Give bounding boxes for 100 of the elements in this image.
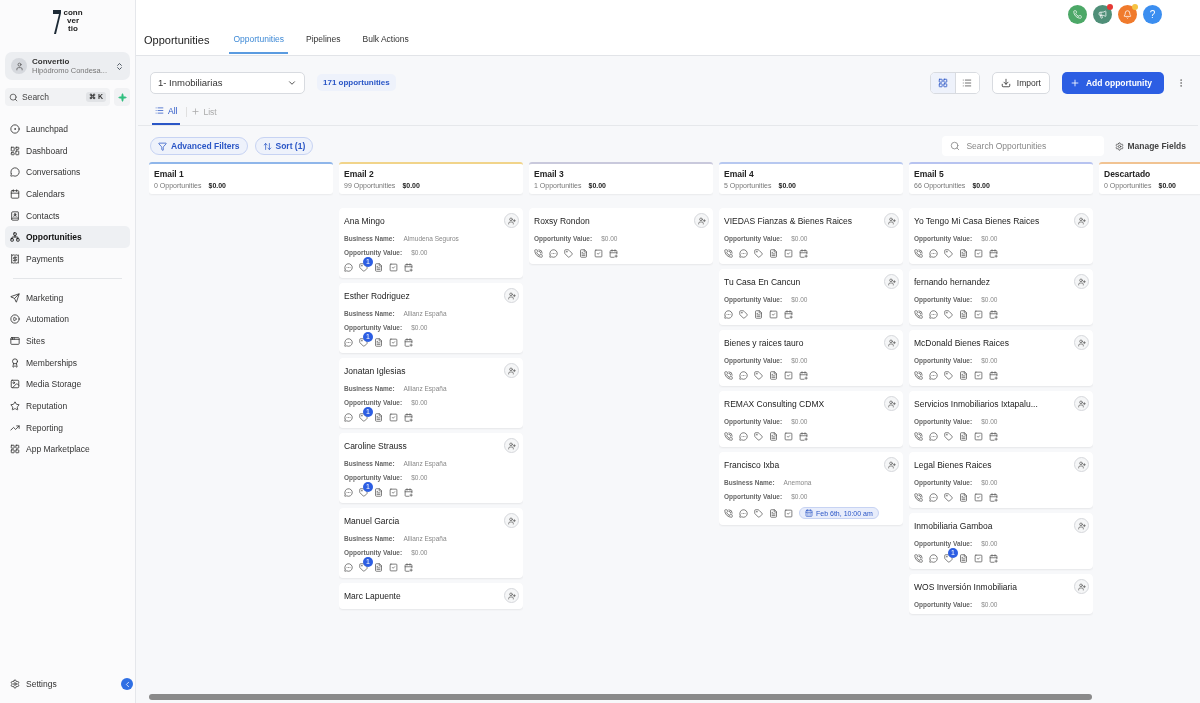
tab[interactable]: Opportunities: [229, 34, 288, 54]
note-icon[interactable]: [959, 432, 968, 441]
assign-button[interactable]: [504, 438, 519, 453]
phone-icon[interactable]: [724, 249, 733, 258]
calendar-plus-icon[interactable]: [989, 371, 998, 380]
nav-item[interactable]: Conversations: [5, 161, 130, 184]
opportunity-card[interactable]: Marc Lapuente: [339, 583, 523, 609]
nav-item[interactable]: Memberships: [5, 351, 130, 374]
tag-icon[interactable]: [739, 310, 748, 319]
chat-icon[interactable]: [344, 338, 353, 347]
nav-item[interactable]: Launchpad: [5, 118, 130, 140]
nav-item[interactable]: Sites: [5, 330, 130, 352]
note-icon[interactable]: [754, 310, 763, 319]
note-icon[interactable]: [769, 249, 778, 258]
chat-icon[interactable]: [929, 249, 938, 258]
calendar-plus-icon[interactable]: [799, 371, 808, 380]
bell-button[interactable]: [1118, 5, 1137, 24]
phone-icon[interactable]: [914, 310, 923, 319]
nav-item[interactable]: Reporting: [5, 416, 130, 439]
checkbox-icon[interactable]: [769, 310, 778, 319]
assign-button[interactable]: [1074, 396, 1089, 411]
calendar-plus-icon[interactable]: [404, 263, 413, 272]
note-icon[interactable]: [579, 249, 588, 258]
assign-button[interactable]: [884, 457, 899, 472]
checkbox-icon[interactable]: [784, 371, 793, 380]
nav-item[interactable]: App Marketplace: [5, 438, 130, 461]
assign-button[interactable]: [1074, 518, 1089, 533]
calendar-plus-icon[interactable]: [989, 310, 998, 319]
phone-icon[interactable]: [914, 371, 923, 380]
phone-icon[interactable]: [914, 493, 923, 502]
tab[interactable]: Bulk Actions: [358, 34, 413, 54]
chat-icon[interactable]: [929, 310, 938, 319]
checkbox-icon[interactable]: [389, 263, 398, 272]
assign-button[interactable]: [884, 335, 899, 350]
phone-icon[interactable]: [724, 508, 733, 518]
calendar-plus-icon[interactable]: [989, 432, 998, 441]
phone-icon[interactable]: [914, 432, 923, 441]
checkbox-icon[interactable]: [974, 249, 983, 258]
tag-icon[interactable]: [754, 508, 763, 518]
nav-item[interactable]: Payments: [5, 248, 130, 270]
chat-icon[interactable]: [929, 371, 938, 380]
assign-button[interactable]: [504, 363, 519, 378]
nav-item[interactable]: Reputation: [5, 395, 130, 417]
calendar-plus-icon[interactable]: [784, 310, 793, 319]
checkbox-icon[interactable]: [784, 249, 793, 258]
chat-icon[interactable]: [344, 488, 353, 497]
sparkle-button[interactable]: [114, 88, 130, 106]
phone-icon[interactable]: [724, 432, 733, 441]
phone-icon[interactable]: [914, 554, 923, 563]
collapse-button[interactable]: [121, 678, 133, 691]
megaphone-button[interactable]: [1093, 5, 1112, 24]
tag-icon[interactable]: [359, 563, 368, 572]
chat-icon[interactable]: [739, 249, 748, 258]
tag-icon[interactable]: [944, 554, 953, 563]
checkbox-icon[interactable]: [974, 493, 983, 502]
tag-icon[interactable]: [359, 263, 368, 272]
phone-button[interactable]: [1068, 5, 1087, 24]
tag-icon[interactable]: [359, 488, 368, 497]
calendar-plus-icon[interactable]: [404, 413, 413, 422]
advanced-filters-button[interactable]: Advanced Filters: [150, 137, 248, 155]
search-field[interactable]: Search Opportunities: [942, 136, 1105, 156]
chat-icon[interactable]: [739, 432, 748, 441]
assign-button[interactable]: [504, 513, 519, 528]
nav-item[interactable]: Media Storage: [5, 373, 130, 396]
tag-icon[interactable]: [944, 249, 953, 258]
phone-icon[interactable]: [914, 249, 923, 258]
assign-button[interactable]: [694, 213, 709, 228]
note-icon[interactable]: [769, 432, 778, 441]
calendar-plus-icon[interactable]: [609, 249, 618, 258]
calendar-plus-icon[interactable]: [404, 488, 413, 497]
checkbox-icon[interactable]: [389, 413, 398, 422]
checkbox-icon[interactable]: [784, 432, 793, 441]
chat-icon[interactable]: [344, 563, 353, 572]
nav-item[interactable]: Opportunities: [5, 226, 130, 249]
import-button[interactable]: Import: [991, 71, 1050, 94]
settings-item[interactable]: Settings: [5, 673, 62, 695]
calendar-plus-icon[interactable]: [404, 563, 413, 572]
chat-icon[interactable]: [739, 371, 748, 380]
calendar-plus-icon[interactable]: [989, 554, 998, 563]
note-icon[interactable]: [374, 488, 383, 497]
note-icon[interactable]: [374, 413, 383, 422]
checkbox-icon[interactable]: [974, 371, 983, 380]
chat-icon[interactable]: [929, 432, 938, 441]
checkbox-icon[interactable]: [389, 488, 398, 497]
nav-item[interactable]: Contacts: [5, 204, 130, 227]
chat-icon[interactable]: [724, 310, 733, 319]
assign-button[interactable]: [504, 213, 519, 228]
checkbox-icon[interactable]: [784, 508, 793, 518]
chat-icon[interactable]: [929, 493, 938, 502]
assign-button[interactable]: [1074, 457, 1089, 472]
checkbox-icon[interactable]: [974, 310, 983, 319]
tag-icon[interactable]: [564, 249, 573, 258]
nav-item[interactable]: Marketing: [5, 286, 130, 309]
note-icon[interactable]: [769, 508, 778, 518]
chat-icon[interactable]: [549, 249, 558, 258]
note-icon[interactable]: [374, 338, 383, 347]
tag-icon[interactable]: [754, 249, 763, 258]
list-tab[interactable]: All: [152, 98, 181, 125]
tag-icon[interactable]: [944, 432, 953, 441]
checkbox-icon[interactable]: [594, 249, 603, 258]
